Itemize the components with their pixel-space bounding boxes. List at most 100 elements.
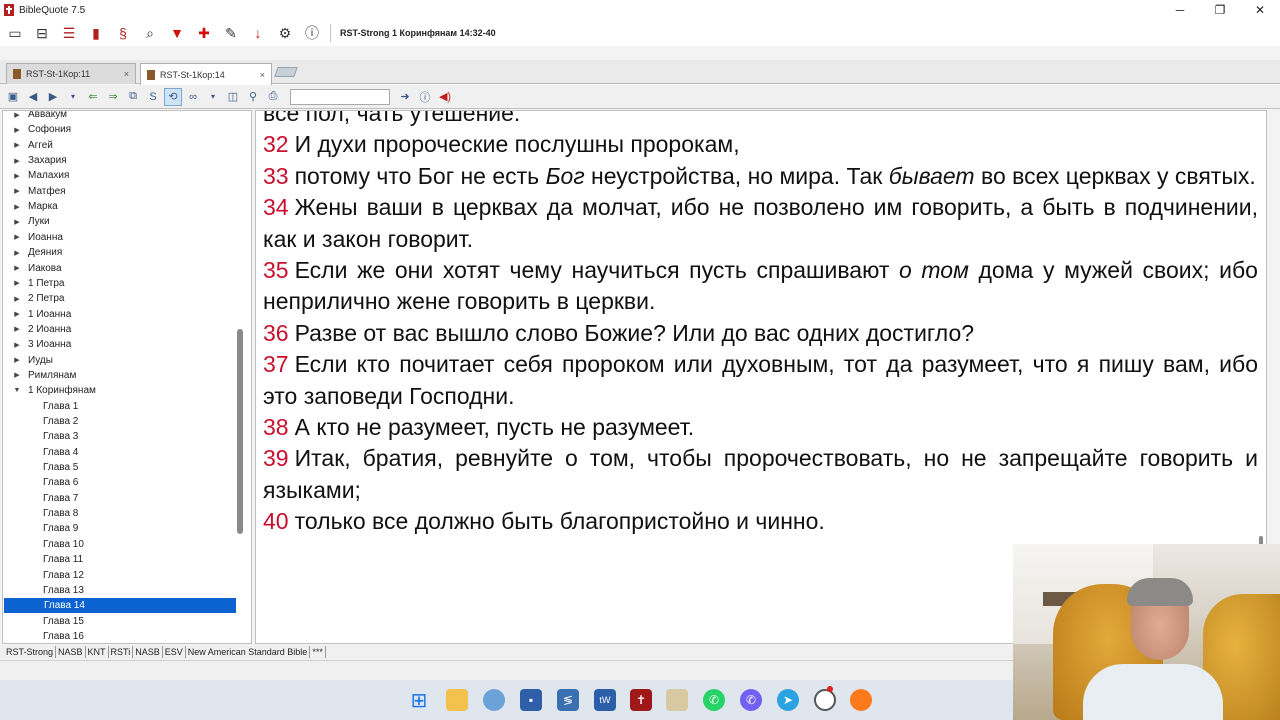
tree-book-item[interactable]: ▶ Софония: [3, 122, 71, 137]
notes-icon[interactable]: ✎: [219, 22, 243, 44]
tree-chapter-item[interactable]: Глава 16: [3, 629, 235, 643]
strong-numbers-icon[interactable]: S: [144, 88, 162, 106]
verse-number[interactable]: 32: [263, 131, 289, 157]
tree-chapter-item[interactable]: Глава 13: [3, 583, 235, 598]
file-explorer-icon[interactable]: [446, 689, 468, 711]
tree-scroll-thumb[interactable]: [237, 329, 243, 534]
vscode-icon[interactable]: ≶: [557, 689, 579, 711]
tree-book-item[interactable]: ▶ 1 Иоанна: [3, 307, 71, 322]
back-icon[interactable]: ◀: [24, 88, 42, 106]
tree-chapter-item[interactable]: Глава 2: [3, 414, 235, 429]
tree-book-item[interactable]: ▶ Аввакум: [3, 111, 67, 122]
link-icon[interactable]: ∞: [184, 88, 202, 106]
tw-icon[interactable]: tW: [594, 689, 616, 711]
tree-book-item[interactable]: ▶ Марка: [3, 199, 57, 214]
book-icon[interactable]: ▮: [84, 22, 108, 44]
biblequote-icon[interactable]: ✝: [630, 689, 652, 711]
chevron-right-icon[interactable]: ▶: [12, 203, 22, 211]
verse-number[interactable]: 35: [263, 257, 289, 283]
copy-icon[interactable]: ⧉: [124, 88, 142, 106]
text-scrollbar[interactable]: [1259, 151, 1264, 586]
chevron-right-icon[interactable]: ▶: [12, 264, 22, 272]
bookmark-icon[interactable]: ▼: [165, 22, 189, 44]
viber-icon[interactable]: ✆: [740, 689, 762, 711]
module-tab[interactable]: KNT: [86, 646, 109, 658]
chevron-right-icon[interactable]: ▶: [12, 295, 22, 303]
windows-start-icon[interactable]: ⊞: [408, 689, 430, 712]
chevron-right-icon[interactable]: ▶: [12, 126, 22, 134]
chevron-right-icon[interactable]: ▶: [12, 172, 22, 180]
firefox-icon[interactable]: [850, 689, 872, 711]
zoom-icon[interactable]: ⚲: [244, 88, 262, 106]
tree-chapter-item[interactable]: Глава 4: [3, 445, 235, 460]
tree-book-item[interactable]: ▶ Захария: [3, 153, 66, 168]
download-icon[interactable]: ↓: [246, 22, 270, 44]
print-icon[interactable]: ⎙: [264, 88, 282, 106]
tree-chapter-item[interactable]: Глава 11: [3, 552, 235, 567]
chevron-right-icon[interactable]: ▶: [12, 341, 22, 349]
chevron-right-icon[interactable]: ▶: [12, 325, 22, 333]
chevron-right-icon[interactable]: ▶: [12, 157, 22, 165]
link-dropdown-icon[interactable]: ▾: [204, 88, 222, 106]
forward-icon[interactable]: ▶: [44, 88, 62, 106]
telegram-icon[interactable]: ➤: [777, 689, 799, 711]
tree-book-item[interactable]: ▶ Иакова: [3, 261, 61, 276]
tree-book-item[interactable]: ▶ Римлянам: [3, 368, 76, 383]
tree-chapter-item[interactable]: Глава 14: [4, 598, 236, 614]
tree-book-item[interactable]: ▶ Луки: [3, 214, 49, 229]
module-tab[interactable]: RSTi: [109, 646, 134, 658]
module-tab[interactable]: NASB: [133, 646, 163, 658]
next-chapter-icon[interactable]: ⇒: [104, 88, 122, 106]
tree-book-item[interactable]: ▶ Малахия: [3, 168, 69, 183]
restore-button[interactable]: ❐: [1200, 0, 1240, 20]
archive-icon[interactable]: [666, 689, 688, 711]
list-icon[interactable]: ☰: [57, 22, 81, 44]
history-dropdown-icon[interactable]: ▾: [64, 88, 82, 106]
split-view-icon[interactable]: ⊟: [30, 22, 54, 44]
quick-search-input[interactable]: [290, 88, 390, 105]
tree-chapter-item[interactable]: Глава 8: [3, 506, 235, 521]
module-tab[interactable]: ESV: [163, 646, 186, 658]
tree-book-item[interactable]: ▶ 3 Иоанна: [3, 337, 71, 352]
tree-chapter-item[interactable]: Глава 3: [3, 429, 235, 444]
info-icon[interactable]: ⓘ: [300, 22, 324, 44]
tab-1cor-14[interactable]: RST-St-1Кор:14 ×: [140, 63, 272, 85]
go-icon[interactable]: ➜: [396, 88, 414, 106]
verse-number[interactable]: 34: [263, 194, 289, 220]
chrome-icon[interactable]: [814, 689, 836, 711]
chevron-right-icon[interactable]: ▶: [12, 356, 22, 364]
tree-book-item[interactable]: ▶ Матфея: [3, 184, 65, 199]
verse-number[interactable]: 39: [263, 445, 289, 471]
new-window-icon[interactable]: ▭: [3, 22, 27, 44]
tree-chapter-item[interactable]: Глава 9: [3, 521, 235, 536]
tree-chapter-item[interactable]: Глава 6: [3, 475, 235, 490]
new-tab-button[interactable]: [274, 67, 298, 77]
speaker-icon[interactable]: ◀): [436, 88, 454, 106]
search-icon[interactable]: ⌕: [138, 22, 162, 44]
columns-icon[interactable]: ◫: [224, 88, 242, 106]
chevron-right-icon[interactable]: ▶: [12, 279, 22, 287]
chevron-right-icon[interactable]: ▶: [12, 233, 22, 241]
verse-number[interactable]: 33: [263, 163, 289, 189]
tree-chapter-item[interactable]: Глава 12: [3, 568, 235, 583]
chevron-right-icon[interactable]: ▶: [12, 371, 22, 379]
module-tab[interactable]: NASB: [56, 646, 86, 658]
chevron-right-icon[interactable]: ▶: [12, 249, 22, 257]
chevron-right-icon[interactable]: ▶: [12, 141, 22, 149]
tree-book-item[interactable]: ▶ Иоанна: [3, 230, 63, 245]
tree-chapter-item[interactable]: Глава 7: [3, 491, 235, 506]
tree-chapter-item[interactable]: Глава 1: [3, 399, 235, 414]
tree-book-item[interactable]: ▶ 2 Иоанна: [3, 322, 71, 337]
whatsapp-icon[interactable]: ✆: [703, 689, 725, 711]
tree-scrollbar[interactable]: [237, 111, 243, 643]
verse-number[interactable]: 36: [263, 320, 289, 346]
tree-chapter-item[interactable]: Глава 10: [3, 537, 235, 552]
tree-book-item[interactable]: ▶ Иуды: [3, 353, 53, 368]
chevron-right-icon[interactable]: ▶: [12, 310, 22, 318]
verse-number[interactable]: 40: [263, 508, 289, 534]
chevron-right-icon[interactable]: ▶: [12, 187, 22, 195]
panel-toggle-icon[interactable]: ▣: [4, 88, 22, 106]
strong-icon[interactable]: §: [111, 22, 135, 44]
tree-chapter-item[interactable]: Глава 15: [3, 614, 235, 629]
info-icon[interactable]: ⓘ: [416, 88, 434, 106]
